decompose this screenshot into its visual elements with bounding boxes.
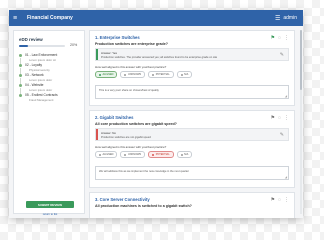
step-status-icon [19,54,22,57]
resize-icon[interactable]: ◢ [285,94,287,98]
answer-title: Answer: Yes [101,51,117,55]
question-text: Production switches are enterprise grade… [95,42,168,46]
step-sub: Physical security [29,67,50,72]
comment-field[interactable]: This is a very poor share on chosen/best… [95,85,289,99]
more-icon[interactable]: ⋮ [284,115,289,121]
edit-icon[interactable]: ✎ [280,52,284,58]
alignment-prompt: How well aligned is this answer with you… [95,145,167,149]
comment-icon[interactable]: ◌ [278,115,281,121]
step-sub: Lorem ipsum dolor [29,87,53,92]
scrollbar[interactable] [300,30,302,214]
comment-text: We will address this as we implement the… [99,170,189,173]
step-name: 03 - Network [25,73,44,77]
more-icon[interactable]: ⋮ [284,197,289,203]
alignment-options: ALIGNED UNKNOWN POTENTIAL N/A [95,151,193,158]
option-na[interactable]: N/A [176,71,193,78]
step-name: 01 - Law Enforcement [25,53,58,57]
flag-icon[interactable]: ⚑ [271,35,275,41]
answer-note: Answer: Yes Production switches. The pro… [95,48,289,61]
card-actions: ⚑ ◌ ⋮ [271,197,289,203]
progress-fill [19,45,29,47]
step-item[interactable]: 02 - Loyalty Physical security [19,63,83,74]
option-aligned[interactable]: ALIGNED [95,71,118,78]
step-item[interactable]: 01 - Law Enforcement Lorem ipsum dolor s… [19,53,83,64]
user-label: admin [283,15,297,21]
answer-text: Production switches. The provider answer… [101,55,218,59]
review-sidebar: eDD review 20% 01 - Law Enforcement Lore… [13,30,85,216]
option-potential[interactable]: POTENTIAL [148,151,174,158]
top-bar: ≡ Financial Company ☰ admin [9,10,303,26]
step-sub: Fraud Management [29,97,54,102]
answer-text: Production switches are not gigabit spee… [101,135,151,139]
step-name: 04 - Website [25,83,44,87]
comment-icon[interactable]: ◌ [278,35,281,41]
step-status-icon [19,84,22,87]
app-window: ≡ Financial Company ☰ admin eDD review 2… [9,10,303,218]
user-menu[interactable]: ☰ admin [275,15,297,22]
more-icon[interactable]: ⋮ [284,35,289,41]
step-list: 01 - Law Enforcement Lorem ipsum dolor s… [19,53,83,103]
menu-icon[interactable]: ≡ [13,15,23,22]
step-name: 05 - Endlest Contracts [25,93,58,97]
answer-title: Answer: No [101,131,116,135]
step-item[interactable]: 04 - Website Lorem ipsum dolor [19,83,83,94]
scrollbar-thumb[interactable] [300,30,302,90]
alignment-options: ALIGNED UNKNOWN POTENTIAL N/A [95,71,193,78]
alignment-prompt: How well aligned is this answer with you… [95,65,167,69]
card-actions: ⚑ ◌ ⋮ [271,115,289,121]
option-unknown[interactable]: UNKNOWN [120,151,146,158]
flag-icon[interactable]: ⚑ [271,115,275,121]
option-unknown[interactable]: UNKNOWN [120,71,146,78]
question-text: All core production switches are gigabit… [95,122,177,126]
flag-icon[interactable]: ⚑ [271,197,275,203]
question-card: 2. Gigabit Switches ⚑ ◌ ⋮ All core produ… [89,110,295,188]
comment-text: This is a very poor share on chosen/best… [99,89,159,92]
sidebar-title: eDD review [19,37,43,42]
step-status-icon [19,74,22,77]
step-name: 02 - Loyalty [25,63,43,67]
question-heading: 1. Enterprise Switches [95,35,140,40]
step-status-icon [19,64,22,67]
comment-icon[interactable]: ◌ [278,197,281,203]
step-sub: Lorem ipsum dolor [29,77,53,82]
step-status-icon [19,94,22,97]
question-card: 3. Core Server Connectivity ⚑ ◌ ⋮ All pr… [89,192,295,218]
submit-review-button[interactable]: SUBMIT REVIEW [26,201,74,208]
step-item[interactable]: 03 - Network Lorem ipsum dolor [19,73,83,84]
option-na[interactable]: N/A [176,151,193,158]
option-aligned[interactable]: ALIGNED [95,151,118,158]
question-heading: 2. Gigabit Switches [95,115,134,120]
step-item[interactable]: 05 - Endlest Contracts Fraud Management [19,93,83,103]
progress-label: 20% [70,43,78,47]
option-potential[interactable]: POTENTIAL [148,71,174,78]
answer-note: Answer: No Production switches are not g… [95,128,289,141]
return-link[interactable]: return to list [26,212,74,216]
step-sub: Lorem ipsum dolor sit [29,57,56,62]
questions-panel: 1. Enterprise Switches ⚑ ◌ ⋮ Production … [89,30,299,218]
app-title: Financial Company [27,15,73,21]
card-actions: ⚑ ◌ ⋮ [271,35,289,41]
user-icon: ☰ [274,15,281,22]
edit-icon[interactable]: ✎ [280,132,284,138]
question-heading: 3. Core Server Connectivity [95,197,150,202]
comment-field[interactable]: We will address this as we implement the… [95,166,289,180]
resize-icon[interactable]: ◢ [285,175,287,179]
question-card: 1. Enterprise Switches ⚑ ◌ ⋮ Production … [89,30,295,106]
progress-bar [19,45,65,47]
question-text: All production machines is switched to a… [95,204,192,208]
